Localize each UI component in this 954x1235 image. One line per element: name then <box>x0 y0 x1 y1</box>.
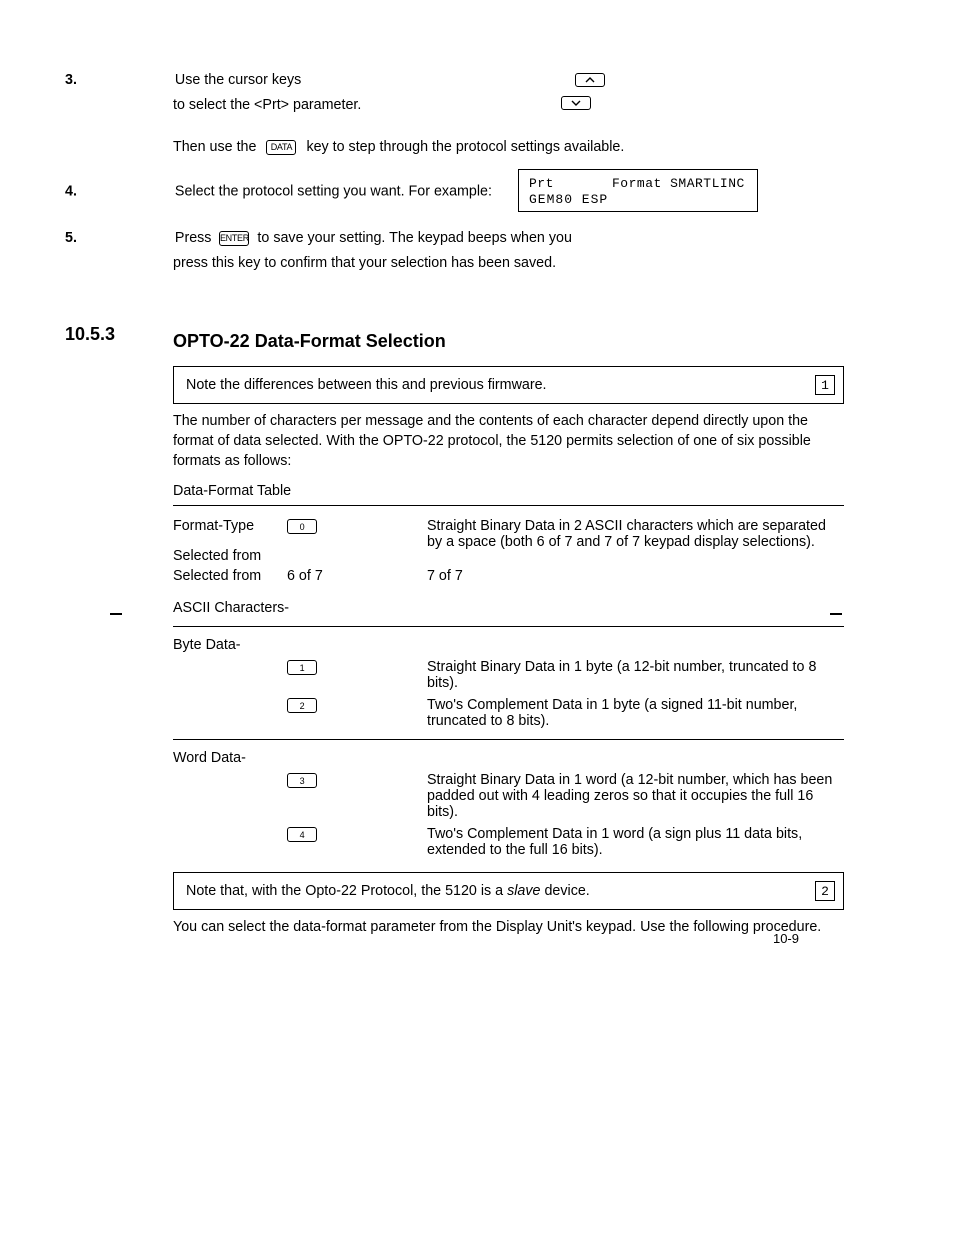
table-cell: Two's Complement Data in 1 byte (a signe… <box>427 697 844 729</box>
table-cell: Straight Binary Data in 1 byte (a 12-bit… <box>427 659 844 691</box>
table-title: Data-Format Table <box>173 483 844 499</box>
table-header-row: Selected from 6 of 7 7 of 7 <box>173 568 844 590</box>
step-3: 3. Use the cursor keys to select the <Pr… <box>65 70 844 157</box>
divider <box>173 739 844 740</box>
table-cell: Two's Complement Data in 1 word (a sign … <box>427 826 844 858</box>
note-box-2: Note that, with the Opto-22 Protocol, th… <box>173 872 844 910</box>
table-header-label: Selected from <box>173 548 287 570</box>
lcd-display: Prt Format SMARTLINC GEM80 ESP <box>518 169 758 212</box>
step-text: to select the <Prt> parameter. <box>173 97 361 113</box>
format-key-icon: 2 <box>287 698 317 713</box>
cursor-down-icon <box>561 96 591 110</box>
manual-page: 3. Use the cursor keys to select the <Pr… <box>0 0 954 988</box>
format-key-icon: 4 <box>287 827 317 842</box>
cursor-up-icon <box>575 73 605 87</box>
lcd-line-1: Prt Format SMARTLINC <box>529 176 743 192</box>
note-number-box: 2 <box>815 881 835 901</box>
step-text: Use the cursor keys <box>175 72 301 88</box>
paragraph: The number of characters per message and… <box>173 412 844 471</box>
note-number-box: 1 <box>815 375 835 395</box>
step-text: press this key to confirm that your sele… <box>173 255 556 271</box>
table-cell: Straight Binary Data in 2 ASCII characte… <box>427 518 844 550</box>
section-number: 10.5.3 <box>65 324 115 345</box>
format-key-icon: 1 <box>287 660 317 675</box>
step-number: 3. <box>65 72 77 88</box>
format-key-icon: 3 <box>287 773 317 788</box>
divider <box>173 505 844 506</box>
note-text: Note the differences between this and pr… <box>186 377 547 393</box>
step-text: key to step through the protocol setting… <box>306 139 624 155</box>
lcd-line-2: GEM80 ESP <box>529 192 743 208</box>
note-text: device. <box>544 883 589 899</box>
table-header-label: Selected from <box>173 568 287 590</box>
note-text: Note that, with the Opto-22 Protocol, th… <box>186 883 503 899</box>
note-box-1: Note the differences between this and pr… <box>173 366 844 404</box>
section-heading: 10.5.3 OPTO-22 Data-Format Selection <box>65 331 844 352</box>
table-section-label: Byte Data- <box>173 637 844 653</box>
table-header-label: Format-Type <box>173 518 287 550</box>
table-cell: 7 of 7 <box>427 568 844 590</box>
table-header-row: Format-Type 0 Straight Binary Data in 2 … <box>173 518 844 550</box>
step-number: 5. <box>65 230 77 246</box>
table-header-row: Selected from <box>173 548 844 570</box>
step-text: Then use the <box>173 139 256 155</box>
enter-key-icon: ENTER <box>219 231 249 246</box>
step-text: Press <box>175 230 212 246</box>
section-title: OPTO-22 Data-Format Selection <box>173 331 446 351</box>
table-row: 1 Straight Binary Data in 1 byte (a 12-b… <box>173 659 844 691</box>
step-text: Select the protocol setting you want. Fo… <box>175 183 492 199</box>
table-row: 2 Two's Complement Data in 1 byte (a sig… <box>173 697 844 729</box>
format-key-icon: 0 <box>287 519 317 534</box>
note-emphasis: slave <box>507 883 540 899</box>
table-row: 4 Two's Complement Data in 1 word (a sig… <box>173 826 844 858</box>
paragraph: You can select the data-format parameter… <box>173 918 844 938</box>
tick-mark-left <box>110 613 122 615</box>
data-format-table: Data-Format Table Format-Type 0 Straight… <box>173 483 844 858</box>
step-number: 4. <box>65 183 77 199</box>
step-text: to save your setting. The keypad beeps w… <box>257 230 571 246</box>
divider <box>173 626 844 627</box>
page-number: 10-9 <box>773 931 799 946</box>
table-section-label: Word Data- <box>173 750 844 766</box>
step-4: 4. Select the protocol setting you want.… <box>65 171 844 212</box>
table-cell: Straight Binary Data in 1 word (a 12-bit… <box>427 772 844 820</box>
table-cell: 6 of 7 <box>287 568 427 590</box>
step-5: 5. Press ENTER to save your setting. The… <box>65 228 844 273</box>
data-key-icon: DATA <box>266 140 296 155</box>
table-row: 3 Straight Binary Data in 1 word (a 12-b… <box>173 772 844 820</box>
tick-mark-right <box>830 613 842 615</box>
table-section-label: ASCII Characters- <box>173 600 844 616</box>
